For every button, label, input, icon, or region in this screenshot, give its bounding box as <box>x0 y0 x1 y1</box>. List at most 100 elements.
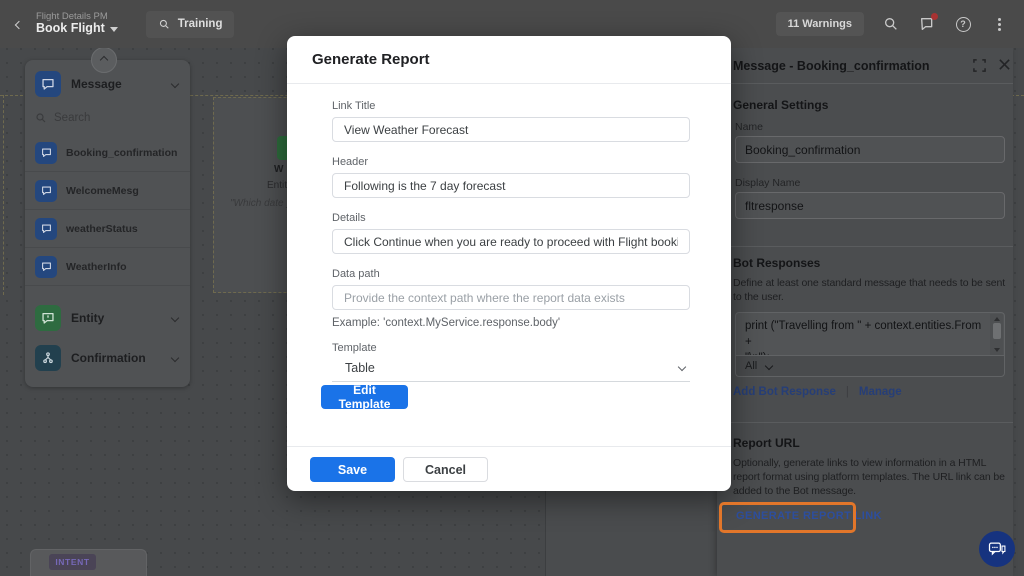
bot-responses-description: Define at least one standard message tha… <box>733 277 1006 303</box>
template-select[interactable]: Table <box>332 356 690 382</box>
entity-node-label: W <box>274 164 284 175</box>
canvas-guide-vertical <box>3 95 4 295</box>
divider <box>717 422 1013 423</box>
generate-report-modal: Generate Report Link Title Header Detail… <box>287 36 731 491</box>
sidebar-search-input[interactable]: Search <box>35 106 180 130</box>
message-icon <box>35 255 57 278</box>
entity-icon <box>35 305 61 331</box>
bot-response-code[interactable]: print ("Travelling from " + context.enti… <box>735 312 1005 355</box>
intent-badge: INTENT <box>49 554 96 570</box>
header-label: Header <box>332 156 369 168</box>
search-icon[interactable] <box>882 15 900 33</box>
generate-report-link-button[interactable]: GENERATE REPORT LINK <box>736 510 882 522</box>
chevron-down-icon <box>677 362 687 372</box>
separator: | <box>845 386 849 398</box>
general-settings-heading: General Settings <box>733 98 829 112</box>
training-label: Training <box>177 18 223 30</box>
filter-value: All <box>745 360 758 372</box>
kebab-menu-icon[interactable] <box>990 15 1008 33</box>
save-button[interactable]: Save <box>310 457 395 482</box>
help-icon[interactable] <box>954 15 972 33</box>
app-root: W Entit "Which date y INTENT Flight Deta… <box>0 0 1024 576</box>
node-palette-sidebar: Message Search Booking_confirmation Welc… <box>25 47 190 387</box>
caret-down-icon <box>109 26 118 32</box>
item-label: Booking_confirmation <box>66 146 178 159</box>
data-path-field[interactable] <box>332 285 690 310</box>
divider <box>287 83 731 84</box>
chevron-down-icon <box>170 353 180 363</box>
properties-panel: Message - Booking_confirmation General S… <box>717 48 1013 576</box>
name-label: Name <box>735 121 764 133</box>
display-name-field[interactable] <box>735 192 1005 219</box>
scroll-up-icon[interactable] <box>993 317 1000 321</box>
template-label: Template <box>332 342 377 354</box>
search-icon <box>36 113 46 123</box>
section-label: Message <box>71 77 122 91</box>
section-label: Entity <box>71 311 105 325</box>
edit-template-button[interactable]: Edit Template <box>321 383 408 411</box>
cancel-button[interactable]: Cancel <box>403 457 488 482</box>
entity-node-sublabel: Entit <box>267 180 288 191</box>
display-name-label: Display Name <box>735 177 801 189</box>
sidebar-item-booking-confirmation[interactable]: Booking_confirmation <box>25 134 190 172</box>
training-button[interactable]: Training <box>145 10 235 38</box>
scroll-thumb[interactable] <box>992 323 1001 339</box>
section-label: Confirmation <box>71 351 146 365</box>
bot-responses-heading: Bot Responses <box>733 256 821 270</box>
scroll-down-icon[interactable] <box>993 348 1000 352</box>
confirmation-icon <box>35 345 61 371</box>
app-title: Book Flight <box>36 21 105 36</box>
close-icon[interactable] <box>998 58 1013 73</box>
sidebar-item-welcomemesg[interactable]: WelcomeMesg <box>25 172 190 210</box>
divider <box>717 246 1013 247</box>
item-label: weatherStatus <box>66 222 138 235</box>
sidebar-item-weatherstatus[interactable]: weatherStatus <box>25 210 190 248</box>
sidebar-section-entity[interactable]: Entity <box>25 302 190 334</box>
chevron-down-icon <box>764 361 774 371</box>
expand-icon[interactable] <box>973 59 987 73</box>
sidebar-item-weatherinfo[interactable]: WeatherInfo <box>25 248 190 286</box>
report-url-heading: Report URL <box>733 436 800 450</box>
breadcrumb[interactable]: Flight Details PM Book Flight <box>36 11 118 36</box>
add-bot-response-link[interactable]: Add Bot Response <box>733 386 836 398</box>
chevron-down-icon <box>170 313 180 323</box>
item-label: WeatherInfo <box>66 260 127 273</box>
back-button[interactable] <box>14 15 30 33</box>
training-icon <box>159 19 169 29</box>
item-label: WelcomeMesg <box>66 184 139 197</box>
link-title-field[interactable] <box>332 117 690 142</box>
intent-flow-node[interactable]: INTENT <box>30 549 147 576</box>
notification-dot <box>931 13 938 20</box>
divider <box>287 446 731 447</box>
entity-node-quote: "Which date y <box>230 198 292 209</box>
manage-link[interactable]: Manage <box>859 386 902 398</box>
message-icon <box>35 71 61 97</box>
header-field[interactable] <box>332 173 690 198</box>
details-field[interactable] <box>332 229 690 254</box>
warnings-badge[interactable]: 11 Warnings <box>775 12 864 36</box>
panel-title: Message - Booking_confirmation <box>733 59 930 73</box>
sidebar-section-confirmation[interactable]: Confirmation <box>25 342 190 374</box>
feedback-icon[interactable] <box>918 13 938 33</box>
name-field[interactable] <box>735 136 1005 163</box>
sidebar-section-message[interactable]: Message <box>25 68 190 100</box>
message-node-list: Booking_confirmation WelcomeMesg weather… <box>25 134 190 286</box>
data-path-label: Data path <box>332 268 380 280</box>
chevron-left-icon <box>14 20 24 30</box>
chevron-up-icon <box>99 55 109 65</box>
template-selected-value: Table <box>345 361 375 375</box>
message-icon <box>35 179 57 202</box>
report-url-description: Optionally, generate links to view infor… <box>733 457 1005 497</box>
message-icon <box>35 217 57 240</box>
code-line: print ("Travelling from " + context.enti… <box>745 320 982 348</box>
modal-title: Generate Report <box>312 51 430 68</box>
data-path-example: Example: 'context.MyService.response.bod… <box>332 317 561 329</box>
chat-bubbles-icon <box>988 542 1006 556</box>
chat-widget-button[interactable] <box>979 531 1015 567</box>
search-placeholder: Search <box>54 112 91 124</box>
channel-filter-dropdown[interactable]: All <box>735 355 1005 377</box>
link-title-label: Link Title <box>332 100 376 112</box>
message-icon <box>35 141 57 164</box>
chevron-down-icon <box>170 79 180 89</box>
scrollbar[interactable] <box>990 314 1003 355</box>
